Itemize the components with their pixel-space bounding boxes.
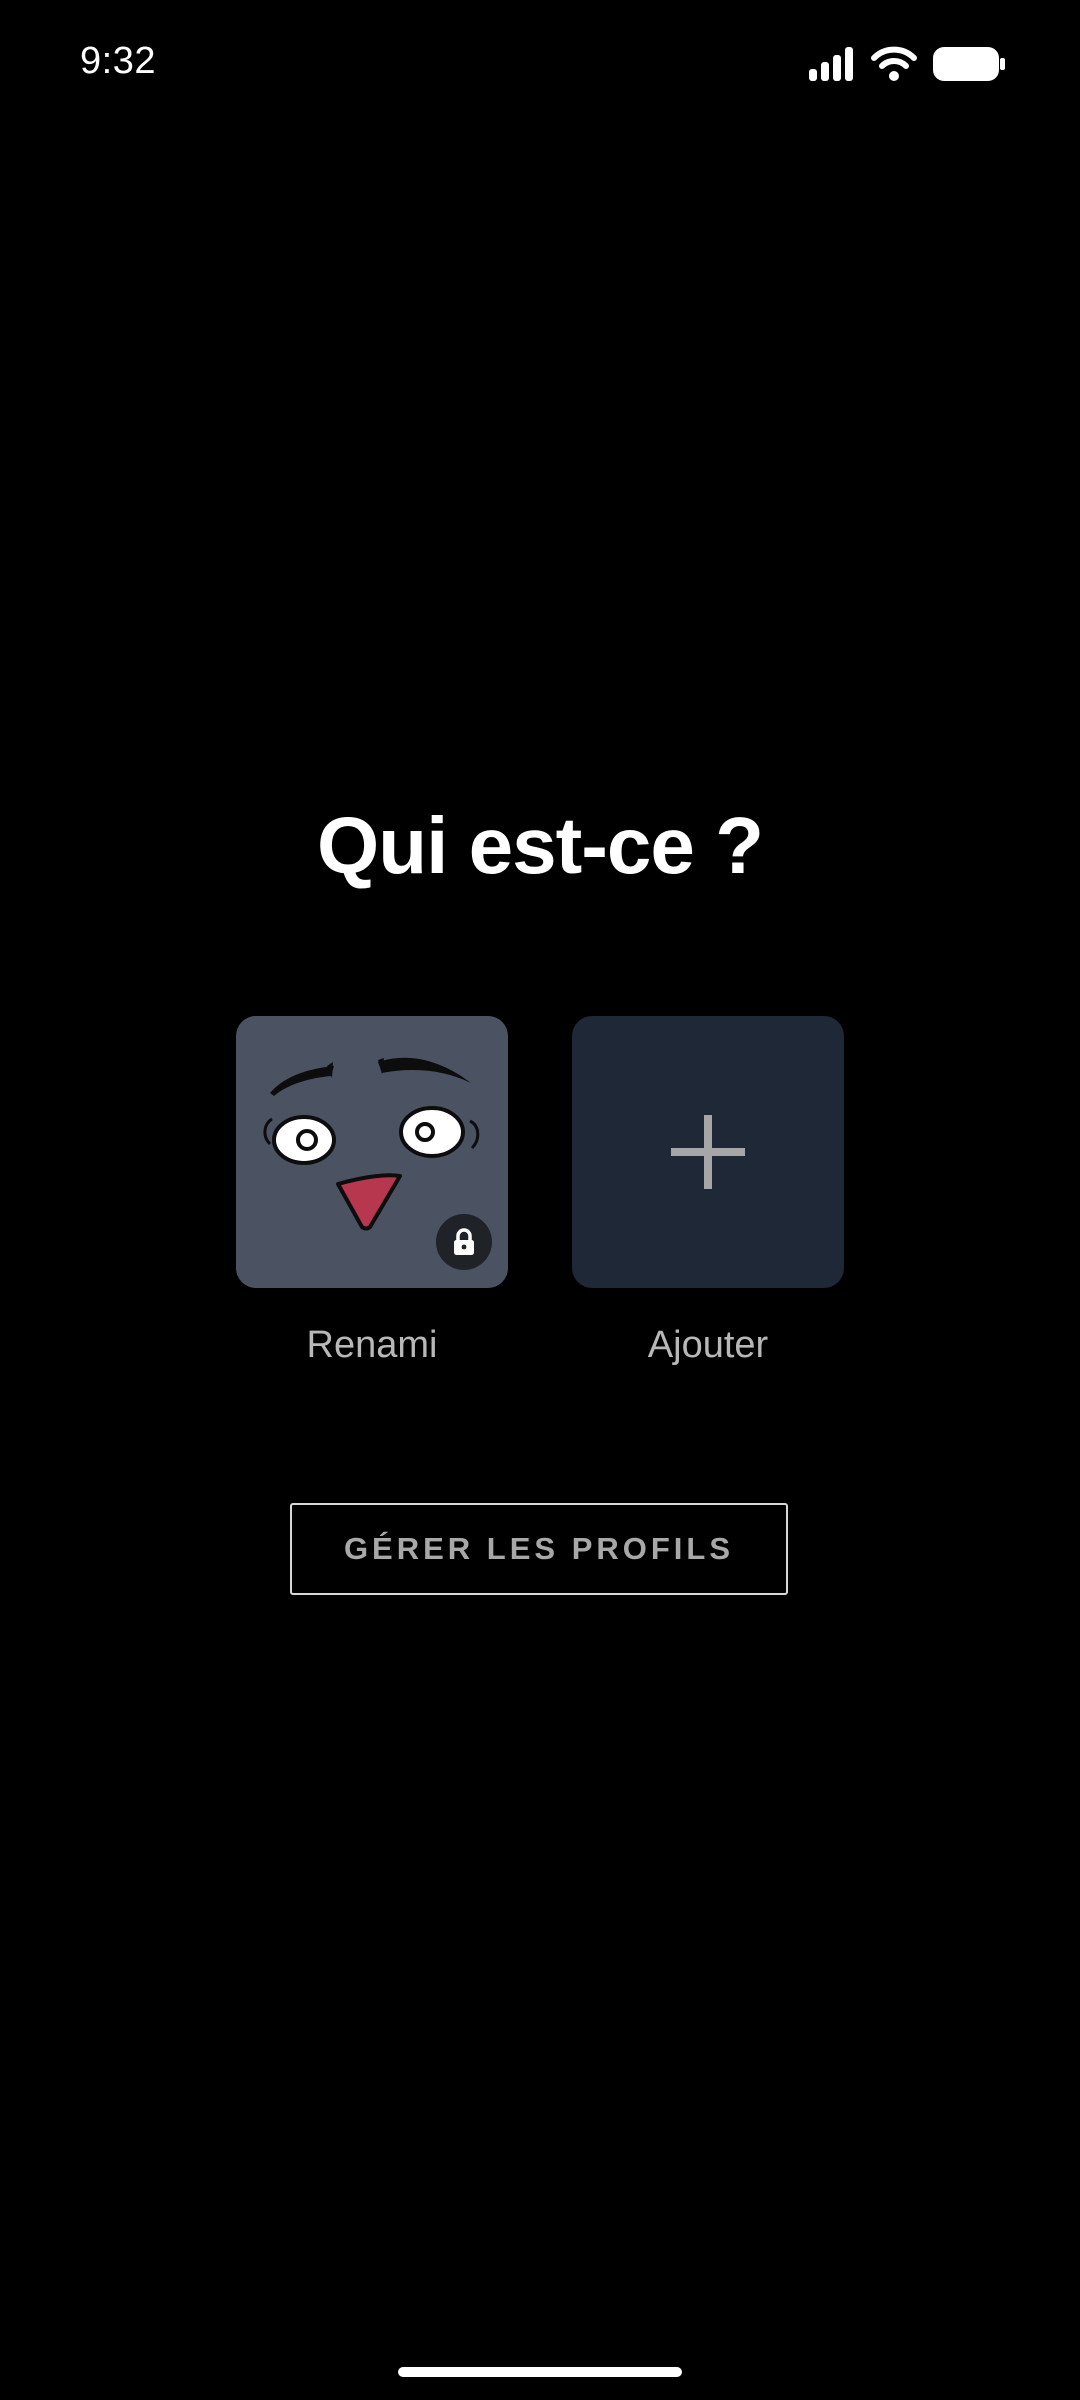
add-profile-label: Ajouter <box>647 1324 769 1366</box>
signal-icon <box>809 47 855 81</box>
add-profile[interactable]: Ajouter <box>572 1016 844 1367</box>
page-title: Qui est-ce ? <box>317 801 764 890</box>
battery-icon <box>933 47 1005 81</box>
status-icons <box>809 46 1005 82</box>
plus-icon <box>572 1016 844 1288</box>
lock-icon <box>454 1228 474 1255</box>
profile-name: Renami <box>306 1324 438 1366</box>
home-indicator[interactable] <box>398 2367 682 2377</box>
status-bar: 9:32 <box>0 0 1080 130</box>
profile-renami[interactable]: Renami <box>236 1016 508 1367</box>
wifi-icon <box>871 46 917 82</box>
profile-list: Renami Ajouter <box>236 1016 844 1376</box>
add-profile-tile[interactable] <box>572 1016 844 1288</box>
status-time: 9:32 <box>80 40 156 82</box>
profile-avatar-tile[interactable] <box>236 1016 508 1288</box>
manage-profiles-button[interactable]: GÉRER LES PROFILS <box>290 1503 788 1595</box>
lock-badge <box>436 1214 492 1270</box>
